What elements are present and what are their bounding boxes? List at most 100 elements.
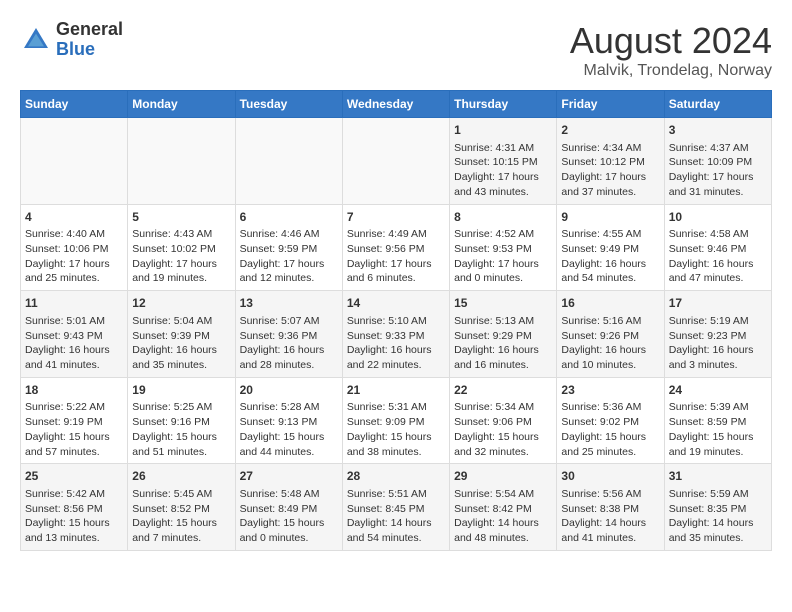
header-thursday: Thursday xyxy=(450,91,557,118)
cell-content-line: Sunset: 8:49 PM xyxy=(240,502,338,517)
cell-content-line: and 35 minutes. xyxy=(132,358,230,373)
cell-content-line: Sunset: 9:39 PM xyxy=(132,329,230,344)
calendar-cell xyxy=(342,118,449,205)
day-number: 16 xyxy=(561,295,659,312)
cell-content-line: Sunset: 9:26 PM xyxy=(561,329,659,344)
week-row-4: 18Sunrise: 5:22 AMSunset: 9:19 PMDayligh… xyxy=(21,377,772,464)
cell-content-line: and 28 minutes. xyxy=(240,358,338,373)
calendar-cell: 10Sunrise: 4:58 AMSunset: 9:46 PMDayligh… xyxy=(664,204,771,291)
cell-content-line: Sunset: 9:59 PM xyxy=(240,242,338,257)
cell-content-line: Sunset: 10:12 PM xyxy=(561,155,659,170)
cell-content-line: Sunrise: 5:51 AM xyxy=(347,487,445,502)
day-number: 2 xyxy=(561,122,659,139)
day-number: 4 xyxy=(25,209,123,226)
cell-content-line: and 25 minutes. xyxy=(561,445,659,460)
cell-content-line: Sunset: 8:52 PM xyxy=(132,502,230,517)
calendar-cell xyxy=(235,118,342,205)
calendar-header: Sunday Monday Tuesday Wednesday Thursday… xyxy=(21,91,772,118)
header-tuesday: Tuesday xyxy=(235,91,342,118)
cell-content-line: and 51 minutes. xyxy=(132,445,230,460)
cell-content-line: Sunset: 9:49 PM xyxy=(561,242,659,257)
title-section: August 2024 Malvik, Trondelag, Norway xyxy=(570,20,772,80)
cell-content-line: Sunrise: 4:58 AM xyxy=(669,227,767,242)
cell-content-line: Daylight: 15 hours xyxy=(347,430,445,445)
cell-content-line: Sunrise: 5:45 AM xyxy=(132,487,230,502)
cell-content-line: Daylight: 17 hours xyxy=(347,257,445,272)
cell-content-line: Sunset: 10:15 PM xyxy=(454,155,552,170)
day-number: 21 xyxy=(347,382,445,399)
cell-content-line: and 37 minutes. xyxy=(561,185,659,200)
cell-content-line: Daylight: 17 hours xyxy=(454,257,552,272)
calendar-cell: 1Sunrise: 4:31 AMSunset: 10:15 PMDayligh… xyxy=(450,118,557,205)
calendar-cell: 17Sunrise: 5:19 AMSunset: 9:23 PMDayligh… xyxy=(664,291,771,378)
cell-content-line: Daylight: 15 hours xyxy=(132,430,230,445)
cell-content-line: Sunset: 10:02 PM xyxy=(132,242,230,257)
cell-content-line: Daylight: 16 hours xyxy=(669,343,767,358)
week-row-2: 4Sunrise: 4:40 AMSunset: 10:06 PMDayligh… xyxy=(21,204,772,291)
cell-content-line: Daylight: 15 hours xyxy=(454,430,552,445)
cell-content-line: and 32 minutes. xyxy=(454,445,552,460)
cell-content-line: Daylight: 15 hours xyxy=(25,516,123,531)
header-saturday: Saturday xyxy=(664,91,771,118)
cell-content-line: Daylight: 16 hours xyxy=(669,257,767,272)
day-number: 5 xyxy=(132,209,230,226)
cell-content-line: and 57 minutes. xyxy=(25,445,123,460)
cell-content-line: Sunset: 10:09 PM xyxy=(669,155,767,170)
cell-content-line: Sunset: 8:56 PM xyxy=(25,502,123,517)
calendar-cell: 12Sunrise: 5:04 AMSunset: 9:39 PMDayligh… xyxy=(128,291,235,378)
cell-content-line: Sunrise: 4:49 AM xyxy=(347,227,445,242)
cell-content-line: Sunrise: 5:13 AM xyxy=(454,314,552,329)
cell-content-line: and 13 minutes. xyxy=(25,531,123,546)
week-row-1: 1Sunrise: 4:31 AMSunset: 10:15 PMDayligh… xyxy=(21,118,772,205)
cell-content-line: Sunrise: 4:34 AM xyxy=(561,141,659,156)
cell-content-line: and 19 minutes. xyxy=(132,271,230,286)
day-number: 15 xyxy=(454,295,552,312)
cell-content-line: Sunrise: 5:04 AM xyxy=(132,314,230,329)
calendar-cell: 25Sunrise: 5:42 AMSunset: 8:56 PMDayligh… xyxy=(21,464,128,551)
header-friday: Friday xyxy=(557,91,664,118)
cell-content-line: Daylight: 14 hours xyxy=(454,516,552,531)
calendar-cell: 28Sunrise: 5:51 AMSunset: 8:45 PMDayligh… xyxy=(342,464,449,551)
calendar-cell: 24Sunrise: 5:39 AMSunset: 8:59 PMDayligh… xyxy=(664,377,771,464)
cell-content-line: Sunrise: 5:28 AM xyxy=(240,400,338,415)
cell-content-line: and 25 minutes. xyxy=(25,271,123,286)
cell-content-line: Daylight: 17 hours xyxy=(25,257,123,272)
calendar-cell: 16Sunrise: 5:16 AMSunset: 9:26 PMDayligh… xyxy=(557,291,664,378)
cell-content-line: Daylight: 16 hours xyxy=(240,343,338,358)
cell-content-line: Sunset: 9:06 PM xyxy=(454,415,552,430)
calendar-cell: 23Sunrise: 5:36 AMSunset: 9:02 PMDayligh… xyxy=(557,377,664,464)
calendar-cell: 2Sunrise: 4:34 AMSunset: 10:12 PMDayligh… xyxy=(557,118,664,205)
logo-general: General xyxy=(56,20,123,40)
cell-content-line: Sunset: 8:59 PM xyxy=(669,415,767,430)
day-number: 14 xyxy=(347,295,445,312)
calendar-cell xyxy=(128,118,235,205)
cell-content-line: Daylight: 16 hours xyxy=(561,257,659,272)
cell-content-line: Daylight: 16 hours xyxy=(347,343,445,358)
day-number: 31 xyxy=(669,468,767,485)
cell-content-line: and 54 minutes. xyxy=(561,271,659,286)
cell-content-line: and 16 minutes. xyxy=(454,358,552,373)
cell-content-line: Sunrise: 5:10 AM xyxy=(347,314,445,329)
calendar-cell: 27Sunrise: 5:48 AMSunset: 8:49 PMDayligh… xyxy=(235,464,342,551)
day-number: 23 xyxy=(561,382,659,399)
week-row-5: 25Sunrise: 5:42 AMSunset: 8:56 PMDayligh… xyxy=(21,464,772,551)
day-number: 3 xyxy=(669,122,767,139)
day-number: 20 xyxy=(240,382,338,399)
cell-content-line: Sunset: 8:38 PM xyxy=(561,502,659,517)
day-number: 11 xyxy=(25,295,123,312)
cell-content-line: and 47 minutes. xyxy=(669,271,767,286)
cell-content-line: Sunrise: 5:31 AM xyxy=(347,400,445,415)
cell-content-line: Sunset: 9:53 PM xyxy=(454,242,552,257)
cell-content-line: Sunset: 9:23 PM xyxy=(669,329,767,344)
calendar-cell: 19Sunrise: 5:25 AMSunset: 9:16 PMDayligh… xyxy=(128,377,235,464)
cell-content-line: and 48 minutes. xyxy=(454,531,552,546)
logo-icon xyxy=(20,24,52,56)
cell-content-line: and 3 minutes. xyxy=(669,358,767,373)
cell-content-line: Sunrise: 4:43 AM xyxy=(132,227,230,242)
calendar-cell: 14Sunrise: 5:10 AMSunset: 9:33 PMDayligh… xyxy=(342,291,449,378)
calendar-body: 1Sunrise: 4:31 AMSunset: 10:15 PMDayligh… xyxy=(21,118,772,551)
calendar-cell xyxy=(21,118,128,205)
cell-content-line: Sunrise: 5:48 AM xyxy=(240,487,338,502)
cell-content-line: Sunrise: 5:42 AM xyxy=(25,487,123,502)
cell-content-line: Sunrise: 5:59 AM xyxy=(669,487,767,502)
